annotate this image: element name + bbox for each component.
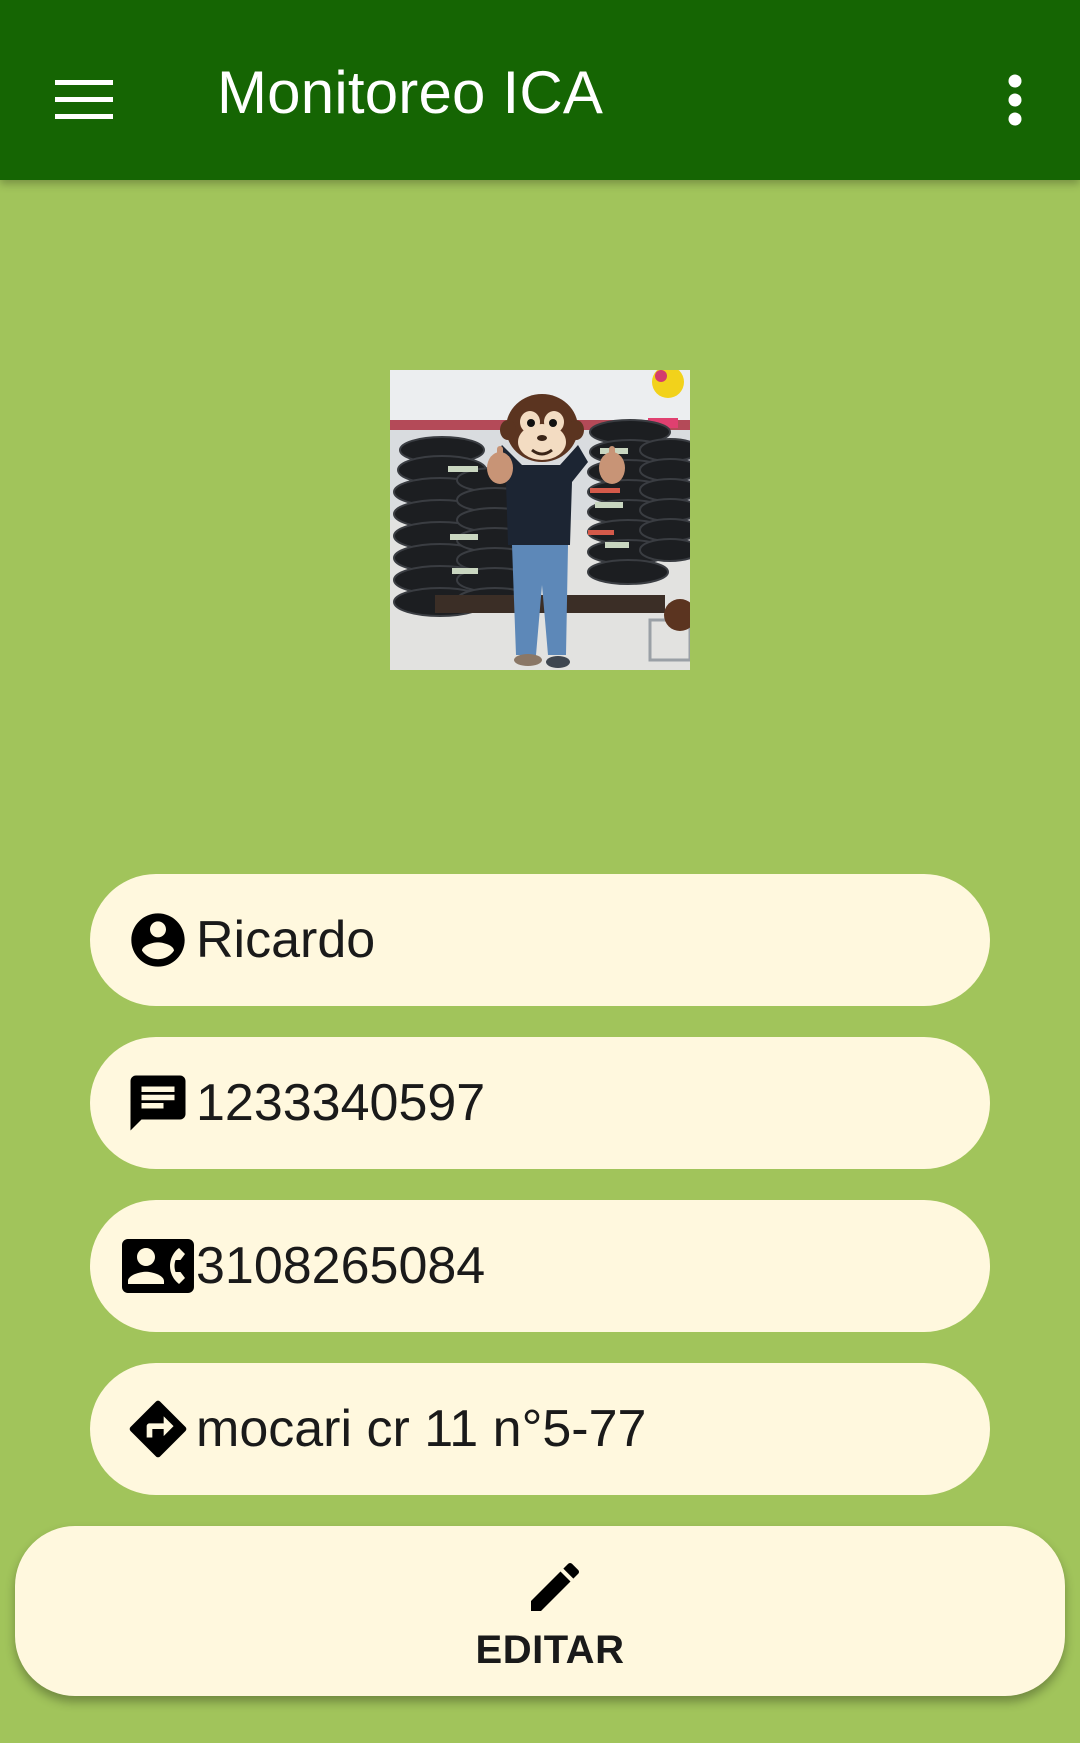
more-vert-icon — [1008, 74, 1022, 126]
name-field[interactable]: Ricardo — [90, 874, 990, 1006]
menu-button[interactable] — [34, 50, 134, 150]
edit-button[interactable]: EDITAR — [15, 1526, 1065, 1696]
overflow-menu-button[interactable] — [975, 50, 1055, 150]
app-title: Monitoreo ICA — [217, 59, 604, 126]
phone-field[interactable]: 3108265084 — [90, 1200, 990, 1332]
profile-photo — [390, 370, 690, 670]
message-icon — [122, 1067, 194, 1139]
name-value: Ricardo — [196, 911, 376, 969]
directions-icon — [122, 1393, 194, 1465]
account-circle-icon — [122, 904, 194, 976]
profile-screen: Monitoreo ICA Ricardo 1233340597 3108265… — [0, 0, 1080, 1743]
address-value: mocari cr 11 n°5-77 — [196, 1400, 647, 1458]
address-field[interactable]: mocari cr 11 n°5-77 — [90, 1363, 990, 1495]
phone-value: 3108265084 — [196, 1237, 486, 1295]
document-value: 1233340597 — [196, 1074, 486, 1132]
app-bar: Monitoreo ICA — [0, 0, 1080, 180]
hamburger-menu-icon — [55, 80, 113, 119]
document-field[interactable]: 1233340597 — [90, 1037, 990, 1169]
edit-button-label: EDITAR — [475, 1628, 625, 1672]
pencil-icon — [520, 1552, 590, 1622]
contact-phone-icon — [122, 1230, 194, 1302]
